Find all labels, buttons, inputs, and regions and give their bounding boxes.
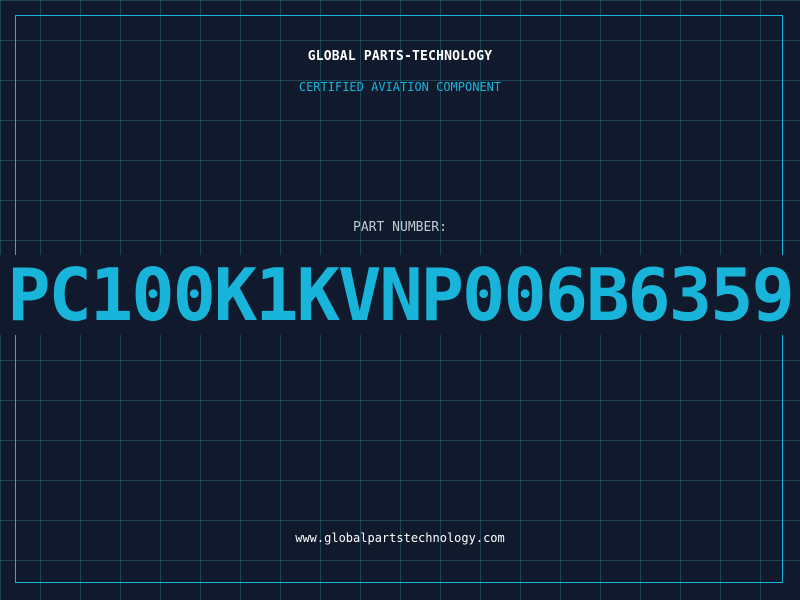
label-canvas: GLOBAL PARTS-TECHNOLOGY CERTIFIED AVIATI…	[0, 0, 800, 600]
website-url: www.globalpartstechnology.com	[295, 531, 505, 545]
brand-title: GLOBAL PARTS-TECHNOLOGY	[307, 49, 493, 64]
certification-tagline: CERTIFIED AVIATION COMPONENT	[298, 80, 502, 94]
part-number-value: PC100K1KVNP006B6359	[7, 255, 795, 335]
part-number-label: PART NUMBER:	[353, 220, 447, 235]
part-number-band: PC100K1KVNP006B6359	[0, 255, 800, 335]
